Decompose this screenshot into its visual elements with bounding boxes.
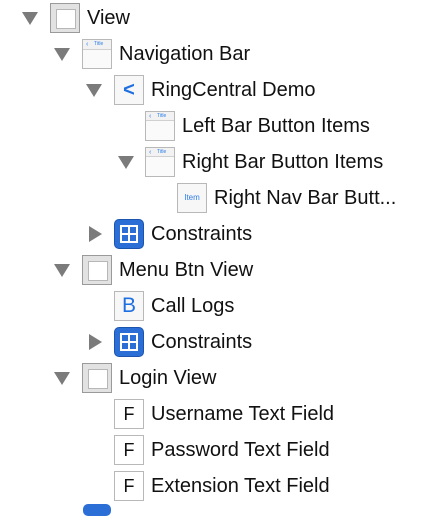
tree-row-navigation-bar[interactable]: ‹ Title Navigation Bar bbox=[0, 36, 438, 72]
tree-row-label: Password Text Field bbox=[151, 439, 330, 461]
tree-row-label: View bbox=[87, 7, 130, 29]
tree-row-password-text-field[interactable]: F Password Text Field bbox=[0, 432, 438, 468]
tree-row-label: RingCentral Demo bbox=[151, 79, 316, 101]
navigation-bar-icon: ‹ Title bbox=[82, 39, 112, 69]
disclosure-triangle-collapsed-icon[interactable] bbox=[89, 226, 102, 242]
view-icon bbox=[82, 255, 112, 285]
tree-row-label: Constraints bbox=[151, 331, 253, 353]
bar-button-items-icon: ‹ Title bbox=[145, 111, 175, 141]
tree-row-label: Right Bar Button Items bbox=[182, 151, 384, 173]
disclosure-triangle-expanded-icon[interactable] bbox=[54, 48, 70, 61]
tree-row-right-bar-button-items[interactable]: ‹ Title Right Bar Button Items bbox=[0, 144, 438, 180]
tree-row-label: Call Logs bbox=[151, 295, 235, 317]
tree-row-right-nav-bar-button[interactable]: Item Right Nav Bar Butt... bbox=[0, 180, 438, 216]
disclosure-triangle-expanded-icon[interactable] bbox=[118, 156, 134, 169]
text-field-icon: F bbox=[114, 399, 144, 429]
tree-row-call-logs[interactable]: B Call Logs bbox=[0, 288, 438, 324]
tree-row-left-bar-button-items[interactable]: ‹ Title Left Bar Button Items bbox=[0, 108, 438, 144]
tree-row-label: Login View bbox=[119, 367, 217, 389]
disclosure-triangle-collapsed-icon[interactable] bbox=[89, 334, 102, 350]
text-field-icon: F bbox=[114, 471, 144, 501]
tree-row-label: Username Text Field bbox=[151, 403, 335, 425]
tree-row-label: Left Bar Button Items bbox=[182, 115, 370, 137]
tree-row-username-text-field[interactable]: F Username Text Field bbox=[0, 396, 438, 432]
tree-row-constraints[interactable]: Constraints bbox=[0, 324, 438, 360]
tree-row-label: Extension Text Field bbox=[151, 475, 330, 497]
disclosure-triangle-expanded-icon[interactable] bbox=[54, 264, 70, 277]
disclosure-triangle-expanded-icon[interactable] bbox=[86, 84, 102, 97]
tree-row-extension-text-field[interactable]: F Extension Text Field bbox=[0, 468, 438, 504]
tree-row-view[interactable]: View bbox=[0, 0, 438, 36]
constraints-icon bbox=[114, 219, 144, 249]
tree-row-label: Menu Btn View bbox=[119, 259, 254, 281]
tree-row-login-view[interactable]: Login View bbox=[0, 360, 438, 396]
view-icon bbox=[50, 3, 80, 33]
constraints-icon bbox=[114, 327, 144, 357]
disclosure-triangle-expanded-icon[interactable] bbox=[22, 12, 38, 25]
tree-row-label: Navigation Bar bbox=[119, 43, 251, 65]
text-field-icon: F bbox=[114, 435, 144, 465]
view-icon bbox=[82, 363, 112, 393]
tree-row-constraints[interactable]: Constraints bbox=[0, 216, 438, 252]
bar-button-item-icon: Item bbox=[177, 183, 207, 213]
tree-row-label: Constraints bbox=[151, 223, 253, 245]
button-icon: B bbox=[114, 291, 144, 321]
back-chevron-icon: < bbox=[114, 75, 144, 105]
bar-button-items-icon: ‹ Title bbox=[145, 147, 175, 177]
disclosure-triangle-expanded-icon[interactable] bbox=[54, 372, 70, 385]
tree-row-ringcentral-demo[interactable]: < RingCentral Demo bbox=[0, 72, 438, 108]
constraints-icon-partial bbox=[83, 504, 111, 516]
tree-row-menu-btn-view[interactable]: Menu Btn View bbox=[0, 252, 438, 288]
tree-row-label: Right Nav Bar Butt... bbox=[214, 187, 397, 209]
